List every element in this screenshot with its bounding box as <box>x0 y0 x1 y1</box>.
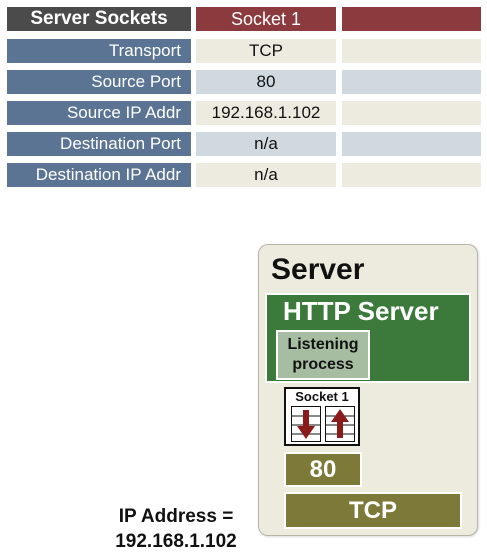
socket-send-slot <box>325 406 355 442</box>
table-header-socket: Socket 1 <box>196 7 336 31</box>
socket-box: Socket 1 <box>284 387 360 446</box>
http-server-title: HTTP Server <box>283 296 439 326</box>
row-label-source-port: Source Port <box>7 70 191 94</box>
socket-label: Socket 1 <box>295 389 349 404</box>
ip-address-value: 192.168.1.102 <box>115 531 237 552</box>
row-value-destination-port: n/a <box>196 132 336 156</box>
row-label-source-ip: Source IP Addr <box>7 101 191 125</box>
row-empty-destination-port <box>342 132 481 156</box>
server-title: Server <box>271 253 365 286</box>
arrow-up-icon <box>326 409 354 438</box>
row-label-destination-ip: Destination IP Addr <box>7 163 191 187</box>
port-box: 80 <box>284 452 362 487</box>
row-value-source-ip: 192.168.1.102 <box>196 101 336 125</box>
socket-receive-slot <box>291 406 321 442</box>
row-value-destination-ip: n/a <box>196 163 336 187</box>
table-header-empty <box>342 7 481 31</box>
row-value-transport: TCP <box>196 39 336 63</box>
row-label-transport: Transport <box>7 39 191 63</box>
tcp-box: TCP <box>284 492 462 529</box>
listening-process-line1: Listening <box>287 336 359 353</box>
row-empty-source-ip <box>342 101 481 125</box>
table-header-label: Server Sockets <box>7 7 191 31</box>
listening-process-box: Listening process <box>276 330 370 380</box>
row-label-destination-port: Destination Port <box>7 132 191 156</box>
arrow-down-icon <box>292 410 320 439</box>
ip-address-label: IP Address = <box>118 506 234 527</box>
listening-process-line2: process <box>292 356 354 373</box>
row-empty-transport <box>342 39 481 63</box>
row-empty-destination-ip <box>342 163 481 187</box>
ip-address-caption: IP Address = 192.168.1.102 <box>96 504 256 554</box>
row-empty-source-port <box>342 70 481 94</box>
row-value-source-port: 80 <box>196 70 336 94</box>
